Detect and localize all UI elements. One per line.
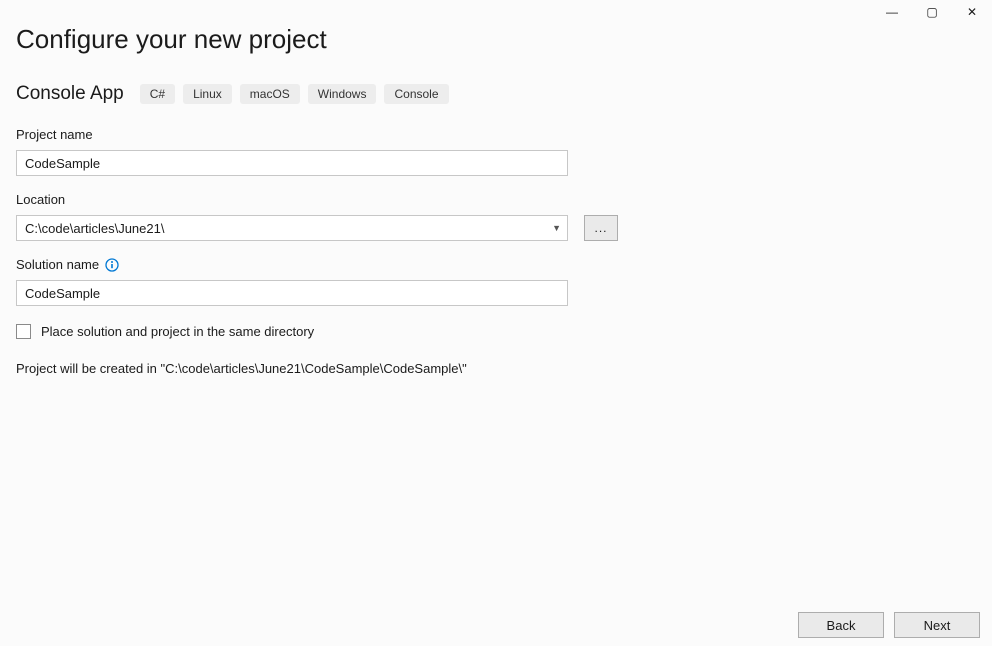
- same-directory-label: Place solution and project in the same d…: [41, 324, 314, 339]
- project-name-label: Project name: [16, 127, 976, 142]
- back-button[interactable]: Back: [798, 612, 884, 638]
- info-icon[interactable]: [105, 258, 119, 272]
- maximize-button[interactable]: ▢: [912, 0, 952, 24]
- page-title: Configure your new project: [16, 24, 976, 55]
- creation-path-summary: Project will be created in "C:\code\arti…: [16, 361, 976, 376]
- location-value: C:\code\articles\June21\: [25, 221, 164, 236]
- tag-csharp: C#: [140, 84, 175, 104]
- next-button[interactable]: Next: [894, 612, 980, 638]
- template-header-row: Console App C# Linux macOS Windows Conso…: [16, 83, 976, 105]
- chevron-down-icon: ▼: [552, 223, 561, 233]
- dialog-footer: Back Next: [798, 612, 980, 638]
- same-directory-checkbox[interactable]: [16, 324, 31, 339]
- solution-name-input[interactable]: [16, 280, 568, 306]
- tag-console: Console: [384, 84, 448, 104]
- tag-linux: Linux: [183, 84, 232, 104]
- same-directory-row: Place solution and project in the same d…: [16, 324, 976, 339]
- template-name: Console App: [16, 83, 124, 105]
- close-button[interactable]: ✕: [952, 0, 992, 24]
- main-content: Configure your new project Console App C…: [0, 0, 992, 392]
- solution-name-label: Solution name: [16, 257, 976, 272]
- project-name-block: Project name: [16, 127, 976, 176]
- template-tags: C# Linux macOS Windows Console: [140, 84, 449, 104]
- tag-windows: Windows: [308, 84, 377, 104]
- project-name-input[interactable]: [16, 150, 568, 176]
- location-block: Location C:\code\articles\June21\ ▼ ...: [16, 192, 976, 241]
- location-label: Location: [16, 192, 976, 207]
- browse-button[interactable]: ...: [584, 215, 618, 241]
- solution-name-block: Solution name: [16, 257, 976, 306]
- location-combobox[interactable]: C:\code\articles\June21\ ▼: [16, 215, 568, 241]
- solution-name-label-text: Solution name: [16, 257, 99, 272]
- tag-macos: macOS: [240, 84, 300, 104]
- minimize-button[interactable]: —: [872, 0, 912, 24]
- window-titlebar-controls: — ▢ ✕: [872, 0, 992, 24]
